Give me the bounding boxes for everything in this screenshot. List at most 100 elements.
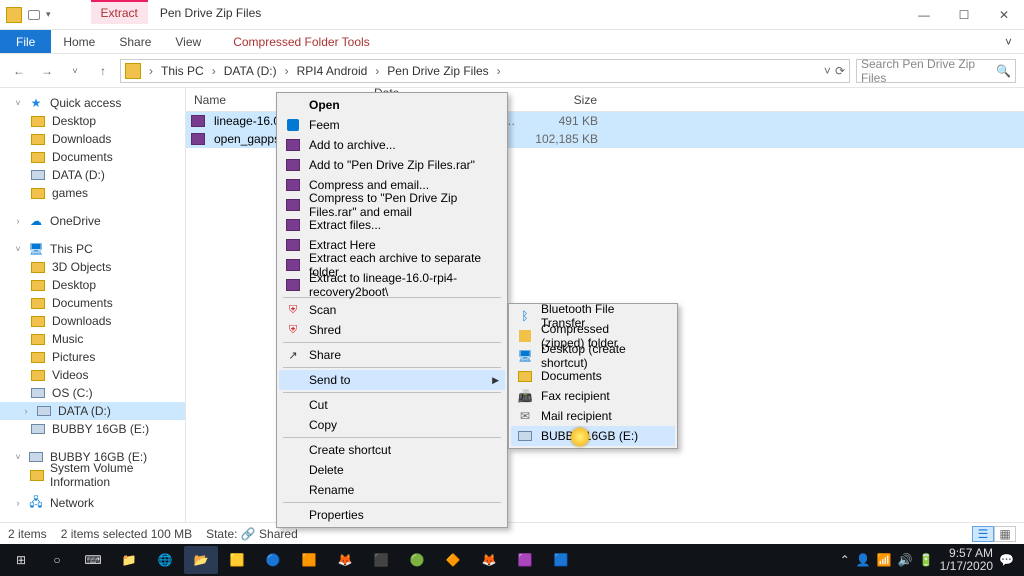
tray-people-icon[interactable]: 👤 bbox=[856, 553, 871, 567]
context-item-shred[interactable]: ⛨Shred bbox=[279, 320, 505, 340]
context-item-share[interactable]: ↗Share bbox=[279, 345, 505, 365]
context-item-cut[interactable]: Cut bbox=[279, 395, 505, 415]
sidebar-item-sys-vol-info[interactable]: System Volume Information bbox=[0, 466, 185, 484]
view-details-button[interactable]: ☰ bbox=[972, 526, 994, 542]
sidebar-item-music[interactable]: Music bbox=[0, 330, 185, 348]
taskbar-app[interactable]: 🟦 bbox=[544, 546, 578, 574]
close-button[interactable]: ✕ bbox=[984, 0, 1024, 29]
status-bar: 2 items 2 items selected 100 MB State: 🔗… bbox=[0, 522, 1024, 544]
taskbar-app[interactable]: 🔵 bbox=[256, 546, 290, 574]
column-size[interactable]: Size bbox=[526, 93, 606, 107]
forward-button[interactable]: → bbox=[36, 60, 58, 82]
address-dropdown-icon[interactable]: ˅ bbox=[824, 64, 831, 78]
breadcrumb[interactable]: RPI4 Android bbox=[293, 64, 372, 78]
taskbar-app-explorer[interactable]: 📂 bbox=[184, 546, 218, 574]
taskbar-app[interactable]: 🦊 bbox=[328, 546, 362, 574]
taskbar-app[interactable]: 🦊 bbox=[472, 546, 506, 574]
sidebar-item-pictures[interactable]: Pictures bbox=[0, 348, 185, 366]
tray-volume-icon[interactable]: 🔊 bbox=[898, 553, 913, 567]
context-item-send-to[interactable]: Send to▶ bbox=[279, 370, 505, 390]
taskbar-app[interactable]: 🌐 bbox=[148, 546, 182, 574]
qat-icon[interactable] bbox=[28, 10, 40, 20]
cortana-button[interactable]: ○ bbox=[40, 546, 74, 574]
taskbar-clock[interactable]: 9:57 AM 1/17/2020 bbox=[940, 547, 993, 573]
sendto-bubby-drive[interactable]: BUBBY 16GB (E:) bbox=[511, 426, 675, 446]
back-button[interactable]: ← bbox=[8, 60, 30, 82]
search-icon[interactable]: 🔍 bbox=[996, 64, 1011, 78]
context-item-extract-to-folder[interactable]: Extract to lineage-16.0-rpi4-recovery2bo… bbox=[279, 275, 505, 295]
context-item-feem[interactable]: Feem bbox=[279, 115, 505, 135]
tray-overflow-icon[interactable]: ⌃ bbox=[840, 553, 850, 567]
breadcrumb[interactable]: This PC bbox=[157, 64, 208, 78]
sidebar-item-desktop-pc[interactable]: Desktop bbox=[0, 276, 185, 294]
context-item-scan[interactable]: ⛨Scan bbox=[279, 300, 505, 320]
sidebar-item-quick-access[interactable]: ˅★Quick access bbox=[0, 94, 185, 112]
sidebar-item-os-c[interactable]: OS (C:) bbox=[0, 384, 185, 402]
sidebar-item-documents-pc[interactable]: Documents bbox=[0, 294, 185, 312]
context-item-add-to-rar[interactable]: Add to "Pen Drive Zip Files.rar" bbox=[279, 155, 505, 175]
context-item-compress-rar-email[interactable]: Compress to "Pen Drive Zip Files.rar" an… bbox=[279, 195, 505, 215]
recent-dropdown-icon[interactable]: ˅ bbox=[64, 60, 86, 82]
taskbar: ⊞ ○ ⌨ 📁 🌐 📂 🟨 🔵 🟧 🦊 ⬛ 🟢 🔶 🦊 🟪 🟦 ⌃ 👤 📶 🔊 … bbox=[0, 544, 1024, 576]
start-button[interactable]: ⊞ bbox=[4, 546, 38, 574]
breadcrumb[interactable]: Pen Drive Zip Files bbox=[383, 64, 492, 78]
sidebar-item-games[interactable]: games bbox=[0, 184, 185, 202]
action-center-icon[interactable]: 💬 bbox=[999, 553, 1014, 567]
up-button[interactable]: ↑ bbox=[92, 60, 114, 82]
sidebar-item-network[interactable]: ›🖧Network bbox=[0, 494, 185, 512]
context-item-properties[interactable]: Properties bbox=[279, 505, 505, 525]
taskbar-app[interactable]: 🟧 bbox=[292, 546, 326, 574]
context-item-copy[interactable]: Copy bbox=[279, 415, 505, 435]
address-bar[interactable]: › This PC › DATA (D:) › RPI4 Android › P… bbox=[120, 59, 850, 83]
tray-battery-icon[interactable]: 🔋 bbox=[919, 553, 934, 567]
file-size-cell: 491 KB bbox=[526, 114, 606, 128]
window-title: Pen Drive Zip Files bbox=[148, 0, 904, 29]
taskbar-app[interactable]: 🟪 bbox=[508, 546, 542, 574]
sendto-documents[interactable]: Documents bbox=[511, 366, 675, 386]
context-item-open[interactable]: Open bbox=[279, 95, 505, 115]
breadcrumb[interactable]: DATA (D:) bbox=[220, 64, 281, 78]
sidebar-item-data-d-drive[interactable]: ›DATA (D:) bbox=[0, 402, 185, 420]
context-separator bbox=[283, 392, 501, 393]
context-item-delete[interactable]: Delete bbox=[279, 460, 505, 480]
minimize-button[interactable]: — bbox=[904, 0, 944, 29]
sendto-fax[interactable]: 📠Fax recipient bbox=[511, 386, 675, 406]
tab-view[interactable]: View bbox=[163, 30, 213, 53]
tray-network-icon[interactable]: 📶 bbox=[877, 553, 892, 567]
file-menu[interactable]: File bbox=[0, 30, 51, 53]
context-item-extract-files[interactable]: Extract files... bbox=[279, 215, 505, 235]
status-item-count: 2 items bbox=[8, 527, 47, 541]
context-item-add-to-archive[interactable]: Add to archive... bbox=[279, 135, 505, 155]
sidebar-item-documents[interactable]: Documents bbox=[0, 148, 185, 166]
sendto-mail[interactable]: ✉Mail recipient bbox=[511, 406, 675, 426]
context-item-create-shortcut[interactable]: Create shortcut bbox=[279, 440, 505, 460]
sidebar-item-videos[interactable]: Videos bbox=[0, 366, 185, 384]
sidebar-item-downloads[interactable]: Downloads bbox=[0, 130, 185, 148]
search-input[interactable]: Search Pen Drive Zip Files 🔍 bbox=[856, 59, 1016, 83]
taskbar-app[interactable]: 🟨 bbox=[220, 546, 254, 574]
tab-home[interactable]: Home bbox=[51, 30, 107, 53]
tab-compressed-tools[interactable]: Compressed Folder Tools bbox=[213, 30, 382, 53]
ribbon-collapse-icon[interactable]: ˅ bbox=[993, 30, 1024, 53]
task-view-button[interactable]: ⌨ bbox=[76, 546, 110, 574]
tab-share[interactable]: Share bbox=[107, 30, 163, 53]
taskbar-app[interactable]: ⬛ bbox=[364, 546, 398, 574]
sidebar-item-3d-objects[interactable]: 3D Objects bbox=[0, 258, 185, 276]
system-tray[interactable]: ⌃ 👤 📶 🔊 🔋 9:57 AM 1/17/2020 💬 bbox=[840, 547, 1020, 573]
sidebar-item-bubby-e[interactable]: BUBBY 16GB (E:) bbox=[0, 420, 185, 438]
sendto-desktop-shortcut[interactable]: 🖥Desktop (create shortcut) bbox=[511, 346, 675, 366]
maximize-button[interactable]: ☐ bbox=[944, 0, 984, 29]
sidebar-item-downloads-pc[interactable]: Downloads bbox=[0, 312, 185, 330]
sidebar-item-this-pc[interactable]: ˅🖥This PC bbox=[0, 240, 185, 258]
context-item-rename[interactable]: Rename bbox=[279, 480, 505, 500]
taskbar-app[interactable]: 🟢 bbox=[400, 546, 434, 574]
sidebar-item-onedrive[interactable]: ›☁OneDrive bbox=[0, 212, 185, 230]
sidebar-item-desktop[interactable]: Desktop bbox=[0, 112, 185, 130]
view-large-icons-button[interactable]: ▦ bbox=[994, 526, 1016, 542]
taskbar-app[interactable]: 🔶 bbox=[436, 546, 470, 574]
status-state: State: 🔗 Shared bbox=[206, 527, 298, 541]
sidebar-item-data-d[interactable]: DATA (D:) bbox=[0, 166, 185, 184]
context-separator bbox=[283, 342, 501, 343]
taskbar-app[interactable]: 📁 bbox=[112, 546, 146, 574]
refresh-button[interactable]: ⟳ bbox=[835, 64, 845, 78]
